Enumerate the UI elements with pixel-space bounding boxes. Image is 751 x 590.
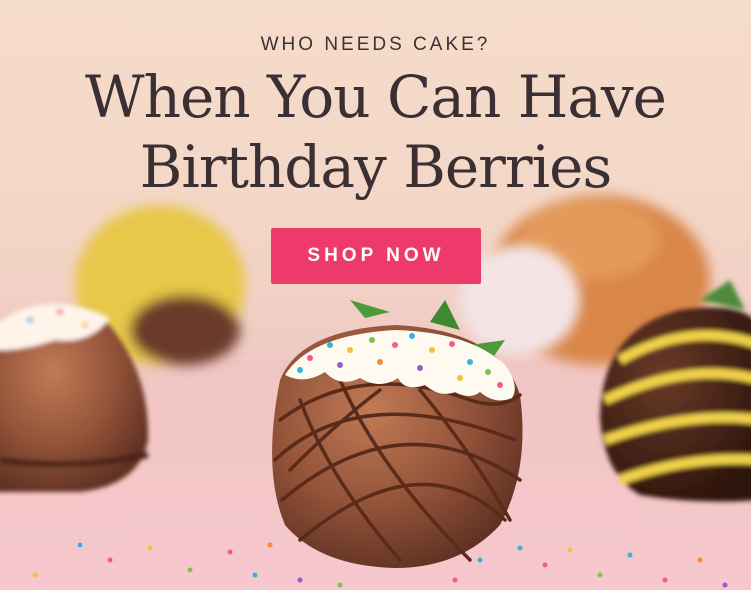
promo-banner: WHO NEEDS CAKE? When You Can Have Birthd… [0, 0, 751, 590]
title-line-1: When You Can Have [84, 63, 667, 131]
title-line-2: Birthday Berries [139, 133, 613, 201]
eyebrow-text: WHO NEEDS CAKE? [260, 34, 491, 55]
banner-title: When You Can Have Birthday Berries [0, 62, 751, 202]
shop-now-button[interactable]: SHOP NOW [271, 228, 481, 284]
